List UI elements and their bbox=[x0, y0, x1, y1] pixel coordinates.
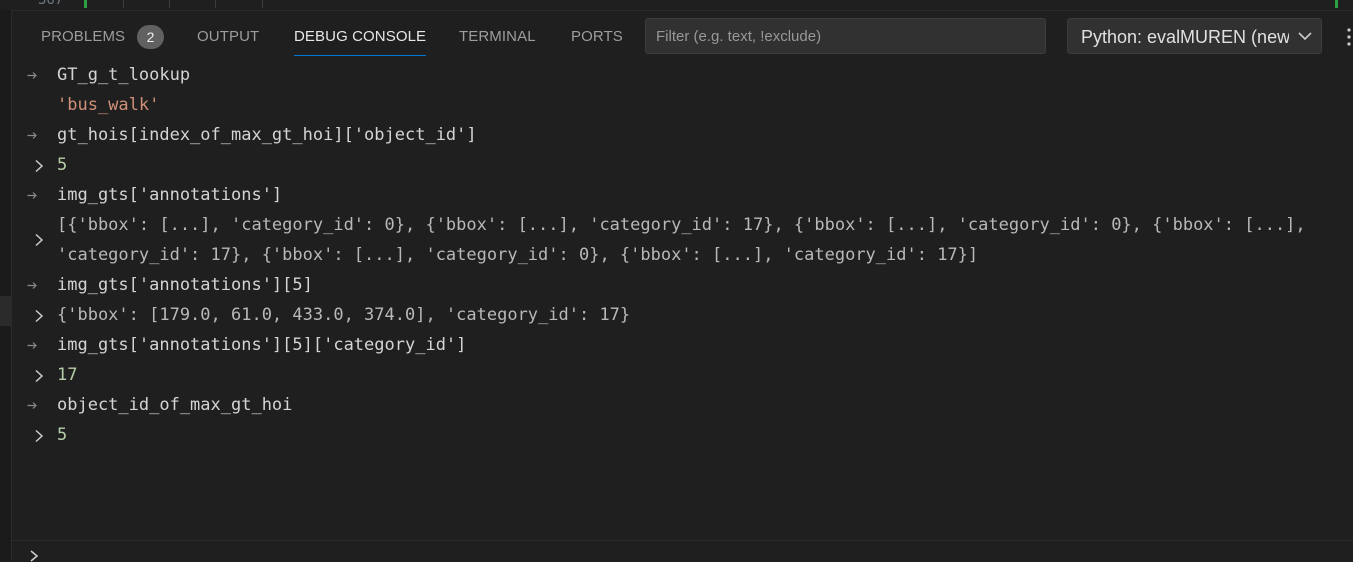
tab-output[interactable]: OUTPUT bbox=[197, 28, 259, 56]
divider bbox=[262, 0, 263, 8]
filter-input[interactable] bbox=[645, 18, 1046, 54]
console-output: {'bbox': [179.0, 61.0, 433.0, 374.0], 'c… bbox=[57, 305, 631, 325]
chevron-down-icon bbox=[1298, 32, 1312, 41]
console-input: img_gts['annotations'][5]['category_id'] bbox=[57, 335, 467, 355]
console-input: GT_g_t_lookup bbox=[57, 65, 191, 85]
console-input-bar[interactable] bbox=[11, 540, 1353, 562]
console-output: 5 bbox=[57, 425, 68, 445]
git-change-marker bbox=[84, 0, 87, 8]
line-number: 367 bbox=[38, 0, 64, 8]
divider bbox=[123, 0, 124, 8]
problems-count-badge: 2 bbox=[137, 25, 164, 49]
chevron-right-icon[interactable] bbox=[34, 159, 44, 173]
divider bbox=[169, 0, 170, 8]
git-change-marker bbox=[1335, 0, 1338, 8]
console-output: 17 bbox=[57, 365, 78, 385]
tab-ports[interactable]: PORTS bbox=[571, 28, 623, 56]
chevron-right-icon[interactable] bbox=[34, 309, 44, 323]
tab-debug-console[interactable]: DEBUG CONSOLE bbox=[294, 28, 427, 56]
console-input: object_id_of_max_gt_hoi bbox=[57, 395, 293, 415]
console-output-continuation: 'category_id': 17}, {'bbox': [...], 'cat… bbox=[57, 245, 979, 265]
chevron-right-icon bbox=[30, 550, 39, 562]
debug-session-select[interactable]: Python: evalMUREN (new bbox=[1067, 18, 1322, 54]
chevron-right-icon[interactable] bbox=[34, 369, 44, 383]
arrow-right-icon bbox=[27, 72, 37, 79]
scroll-marker bbox=[0, 296, 11, 326]
debug-console-output: GT_g_t_lookup 'bus_walk' gt_hois[index_o… bbox=[11, 60, 1353, 540]
arrow-right-icon bbox=[27, 342, 37, 349]
panel-tab-bar: PROBLEMS 2 OUTPUT DEBUG CONSOLE TERMINAL… bbox=[11, 10, 1353, 60]
console-input: gt_hois[index_of_max_gt_hoi]['object_id'… bbox=[57, 125, 477, 145]
console-input: img_gts['annotations'][5] bbox=[57, 275, 313, 295]
tab-problems[interactable]: PROBLEMS bbox=[41, 28, 125, 56]
ellipsis-vertical-icon[interactable] bbox=[1345, 27, 1353, 47]
console-output: [{'bbox': [...], 'category_id': 0}, {'bb… bbox=[57, 215, 1306, 235]
arrow-right-icon bbox=[27, 282, 37, 289]
chevron-right-icon[interactable] bbox=[34, 233, 44, 247]
arrow-right-icon bbox=[27, 192, 37, 199]
debug-session-value: Python: evalMUREN (new bbox=[1081, 27, 1289, 47]
console-output: 'bus_walk' bbox=[57, 95, 160, 115]
divider bbox=[215, 0, 216, 8]
console-output: 5 bbox=[57, 155, 68, 175]
chevron-right-icon[interactable] bbox=[34, 429, 44, 443]
tab-terminal[interactable]: TERMINAL bbox=[459, 28, 536, 56]
arrow-right-icon bbox=[27, 132, 37, 139]
console-input: img_gts['annotations'] bbox=[57, 185, 283, 205]
arrow-right-icon bbox=[27, 402, 37, 409]
